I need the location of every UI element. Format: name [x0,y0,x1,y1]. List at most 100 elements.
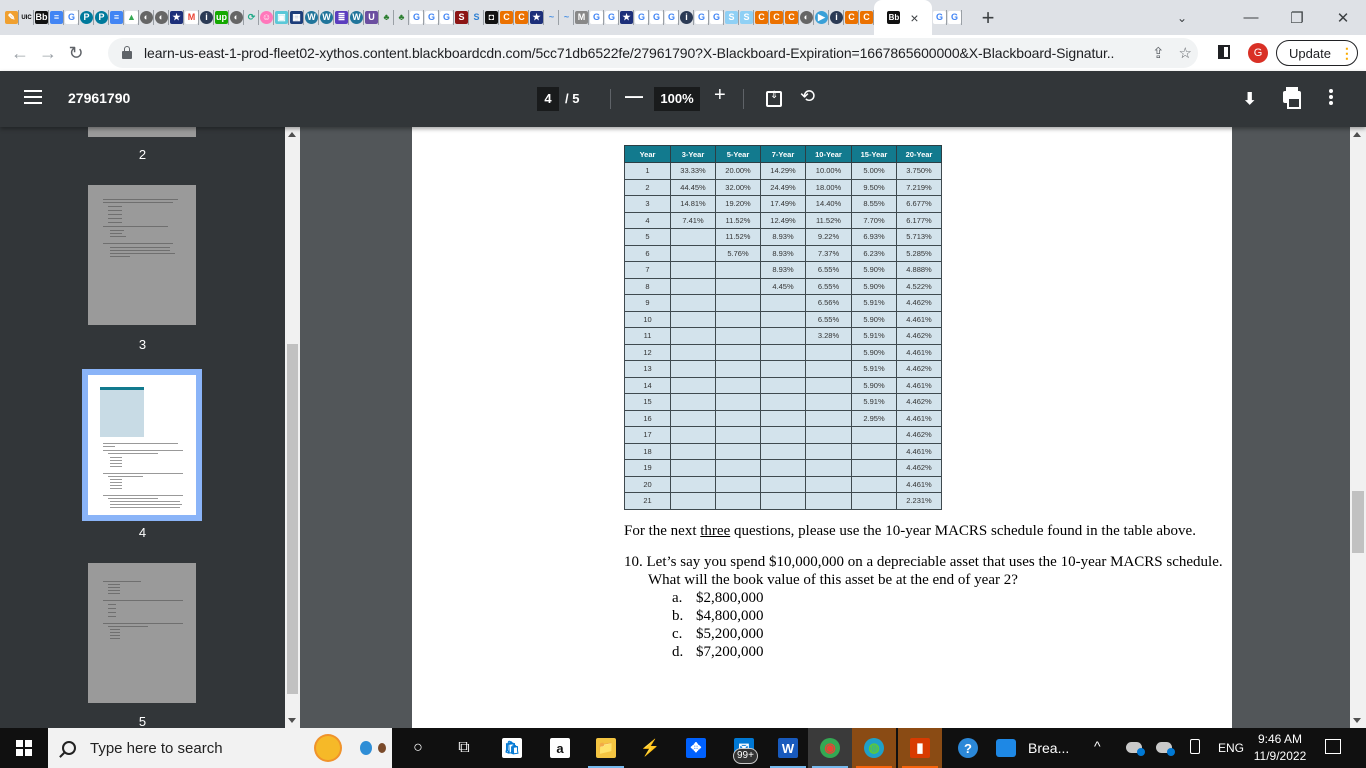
browser-tab[interactable]: ◐ [139,0,154,35]
language-indicator[interactable]: ENG [1218,741,1244,755]
close-window-button[interactable]: ✕ [1320,9,1366,27]
browser-tab[interactable]: ≡ [109,0,124,35]
browser-tab[interactable]: M [574,0,589,35]
taskbar-chrome-button[interactable]: ◉ [808,728,852,768]
browser-tab[interactable]: G [709,0,724,35]
taskbar-amazon-button[interactable]: a [538,728,582,768]
lock-icon[interactable] [122,46,132,59]
back-button[interactable]: ← [6,43,34,64]
browser-tab[interactable]: C [499,0,514,35]
browser-tab[interactable]: up [214,0,229,35]
show-hidden-icons-icon[interactable]: ^ [1094,738,1101,754]
zoom-level-input[interactable]: 100% [654,87,700,111]
profile-avatar[interactable]: G [1248,43,1268,63]
taskbar-file-explorer-button[interactable]: 📁 [584,728,628,768]
viewer-scrollbar[interactable] [1350,127,1366,728]
close-tab-icon[interactable]: × [910,10,918,26]
browser-tab[interactable]: ◐ [154,0,169,35]
restore-button[interactable]: ❐ [1274,9,1320,27]
sidebar-scrollbar[interactable] [285,127,300,728]
browser-tab[interactable]: i [679,0,694,35]
browser-tab[interactable]: ♣ [379,0,394,35]
browser-tab[interactable]: G [604,0,619,35]
browser-tab[interactable]: C [769,0,784,35]
scroll-down-arrow-icon[interactable] [288,718,296,723]
zoom-out-button[interactable]: — [625,86,643,107]
browser-tab[interactable]: M [184,0,199,35]
browser-tab[interactable]: C [514,0,529,35]
browser-tab[interactable]: ≡ [49,0,64,35]
browser-tab[interactable]: C [844,0,859,35]
browser-tab[interactable]: C [754,0,769,35]
browser-tab[interactable]: G [694,0,709,35]
update-button[interactable]: Update ⋮ [1276,40,1358,66]
taskbar-app-bolt-button[interactable]: ⚡ [628,728,672,768]
scroll-up-arrow-icon[interactable] [288,132,296,137]
news-widget[interactable]: Brea... [996,728,1069,768]
page-number-input[interactable]: 4 [537,87,559,111]
browser-tab[interactable]: ☺ [259,0,274,35]
new-tab-button[interactable]: + [976,5,1000,31]
onedrive-icon[interactable] [1126,742,1145,756]
browser-tab[interactable]: ◐ [799,0,814,35]
browser-tab[interactable]: G [439,0,454,35]
browser-tab[interactable]: G [649,0,664,35]
tab-search-button[interactable]: ⌄ [1162,11,1202,25]
viewer-scrollbar-thumb[interactable] [1352,491,1364,553]
print-icon[interactable] [1283,87,1301,109]
url-text[interactable]: learn-us-east-1-prod-fleet02-xythos.cont… [144,45,1114,61]
fit-page-icon[interactable] [766,90,782,107]
browser-tab[interactable]: G [589,0,604,35]
minimize-button[interactable]: — [1228,9,1274,26]
scroll-up-arrow-icon[interactable] [1353,132,1361,137]
address-bar[interactable]: learn-us-east-1-prod-fleet02-xythos.cont… [108,38,1198,68]
browser-tab[interactable]: P [94,0,109,35]
browser-tab[interactable]: ~ [544,0,559,35]
hamburger-menu-icon[interactable] [24,90,42,108]
forward-button[interactable]: → [34,43,62,64]
sidebar-scrollbar-thumb[interactable] [287,344,298,694]
meet-now-icon[interactable] [1190,739,1200,754]
browser-tab[interactable]: ★ [529,0,544,35]
side-panel-icon[interactable] [1218,45,1230,59]
clock[interactable]: 9:46 AM 11/9/2022 [1252,731,1308,765]
browser-tab[interactable]: ▣ [274,0,289,35]
browser-tab[interactable]: S [724,0,739,35]
browser-tab[interactable]: i [199,0,214,35]
more-actions-icon[interactable] [1329,89,1333,107]
taskbar-dropbox-button[interactable]: ✥ [674,728,718,768]
page-thumbnail-1[interactable] [88,127,196,137]
browser-tab[interactable]: ★ [169,0,184,35]
zoom-in-button[interactable]: + [714,84,726,107]
browser-tab[interactable]: G [64,0,79,35]
taskbar-edge-button[interactable]: ◍ [852,728,896,768]
browser-tab[interactable]: ⟳ [244,0,259,35]
browser-tab[interactable]: ≣ [334,0,349,35]
browser-tab[interactable]: UIC [19,0,34,35]
browser-tab[interactable]: W [349,0,364,35]
browser-tab[interactable]: S [469,0,484,35]
browser-tab[interactable]: G [947,0,962,35]
browser-tab[interactable]: W [304,0,319,35]
browser-tab[interactable]: ★ [619,0,634,35]
page-thumbnail-5[interactable] [88,563,196,703]
active-tab[interactable]: Bb × [874,0,932,35]
browser-tab[interactable]: U [364,0,379,35]
reload-button[interactable]: ↻ [62,43,90,64]
start-button[interactable] [0,728,48,768]
browser-tab[interactable]: W [319,0,334,35]
onedrive-icon[interactable] [1156,742,1175,756]
browser-tab[interactable]: C [784,0,799,35]
browser-tab[interactable]: ◘ [484,0,499,35]
browser-tab[interactable]: ▶ [814,0,829,35]
bookmark-star-icon[interactable]: ☆ [1179,44,1192,62]
browser-tab[interactable]: G [424,0,439,35]
taskbar-cortana-button[interactable]: ○ [396,728,440,768]
browser-tab[interactable]: i [829,0,844,35]
page-thumbnail-3[interactable] [88,185,196,325]
browser-tab[interactable]: ✎ [4,0,19,35]
taskbar-microsoft-store-button[interactable]: 🛍 [490,728,534,768]
taskbar-help-button[interactable]: ? [946,728,990,768]
browser-tab[interactable]: C [859,0,874,35]
browser-tab[interactable]: S [454,0,469,35]
